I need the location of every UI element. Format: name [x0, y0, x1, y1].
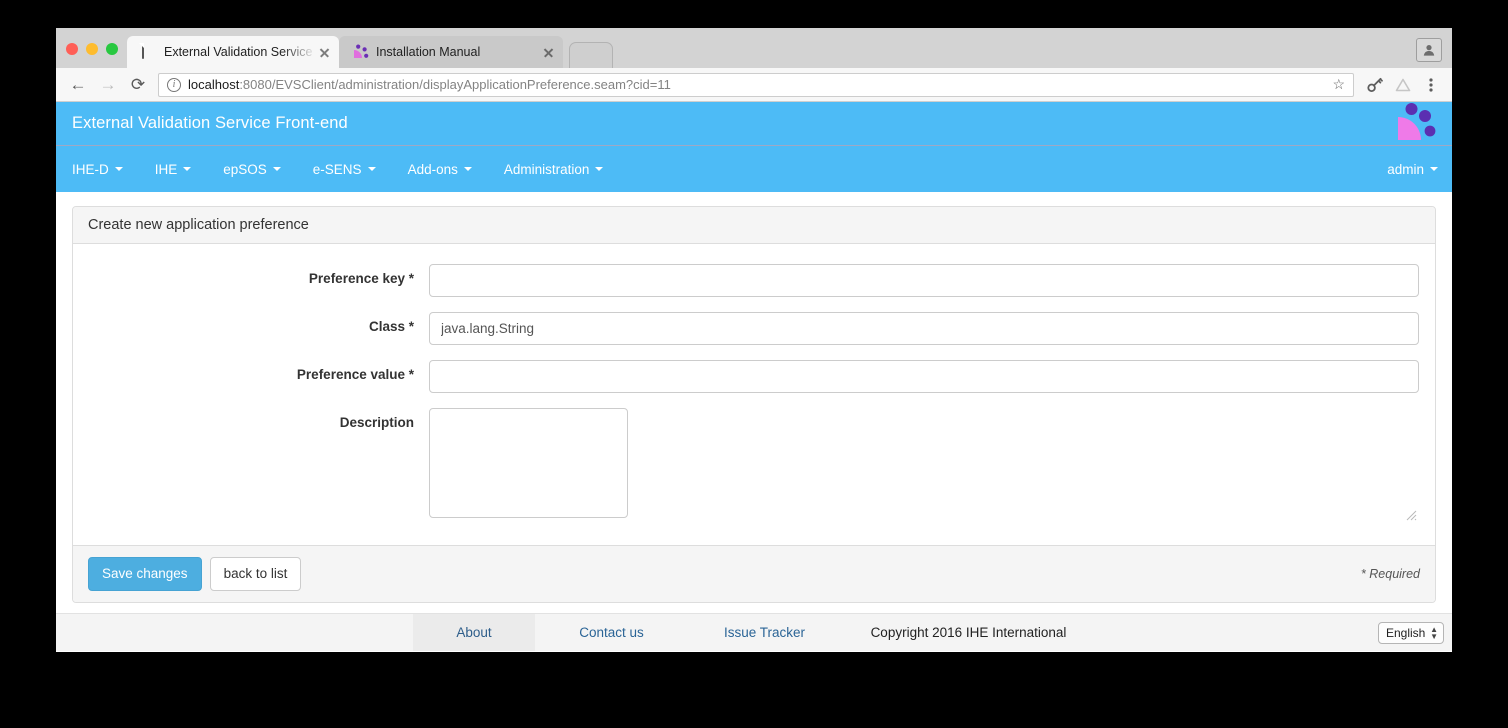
- profile-avatar-svg: [1422, 43, 1436, 57]
- nav-item-administration[interactable]: Administration: [504, 162, 618, 177]
- chevron-down-icon: [595, 167, 603, 171]
- chevron-down-icon: [368, 167, 376, 171]
- nav-label: IHE: [155, 162, 178, 177]
- page-doc-icon: [141, 44, 157, 60]
- chevron-down-icon: [1430, 167, 1438, 171]
- browser-tab-external-validation-service[interactable]: External Validation Service Front-end: [127, 36, 339, 68]
- language-select[interactable]: English ▲▼: [1378, 622, 1444, 644]
- footer-link-contact-us[interactable]: Contact us: [535, 614, 688, 651]
- resize-grip-icon[interactable]: [1406, 510, 1417, 521]
- footer-link-issue-tracker[interactable]: Issue Tracker: [688, 614, 841, 651]
- main-content: Create new application preference Prefer…: [56, 192, 1452, 603]
- stepper-arrows-icon: ▲▼: [1430, 627, 1438, 639]
- nav-item-e-sens[interactable]: e-SENS: [313, 162, 390, 177]
- minimize-window-button[interactable]: [86, 43, 98, 55]
- class-input[interactable]: [429, 312, 1419, 345]
- evs-logo-svg: [1390, 102, 1438, 146]
- nav-item-ihe-d[interactable]: IHE-D: [72, 162, 137, 177]
- evs-logo-icon: [353, 44, 369, 60]
- description-label: Description: [89, 408, 429, 430]
- panel-heading: Create new application preference: [73, 207, 1435, 244]
- description-wrapper: [429, 408, 1419, 523]
- preference-form: Preference key * Class * Preference valu…: [73, 244, 1435, 545]
- nav-item-ihe[interactable]: IHE: [155, 162, 206, 177]
- preference-value-input[interactable]: [429, 360, 1419, 393]
- preference-key-input[interactable]: [429, 264, 1419, 297]
- key-icon[interactable]: [1362, 72, 1388, 98]
- back-arrow-icon[interactable]: ←: [64, 71, 92, 99]
- evs-logo-svg: [353, 44, 369, 60]
- create-preference-panel: Create new application preference Prefer…: [72, 206, 1436, 603]
- form-row-class: Class *: [89, 312, 1419, 345]
- user-menu-admin[interactable]: admin: [1387, 162, 1438, 177]
- nav-label: e-SENS: [313, 162, 362, 177]
- nav-item-add-ons[interactable]: Add-ons: [408, 162, 486, 177]
- preference-value-label: Preference value *: [89, 360, 429, 382]
- footer-link-about[interactable]: About: [413, 614, 535, 651]
- url-host: localhost: [188, 77, 239, 92]
- app-header: External Validation Service Front-end: [56, 102, 1452, 146]
- three-dot-menu-svg: [1429, 77, 1433, 93]
- class-label: Class *: [89, 312, 429, 334]
- browser-window: External Validation Service Front-end In…: [56, 28, 1452, 652]
- nav-label: Administration: [504, 162, 590, 177]
- drive-icon[interactable]: [1390, 72, 1416, 98]
- bookmark-star-icon[interactable]: ☆: [1332, 76, 1345, 93]
- app-footer: About Contact us Issue Tracker Copyright…: [56, 613, 1452, 651]
- browser-tab-installation-manual[interactable]: Installation Manual: [339, 36, 563, 68]
- window-traffic-lights: [56, 43, 127, 68]
- info-circle-icon[interactable]: i: [167, 78, 181, 92]
- close-window-button[interactable]: [66, 43, 78, 55]
- new-tab-button[interactable]: [569, 42, 613, 68]
- chevron-down-icon: [183, 167, 191, 171]
- user-menu-label: admin: [1387, 162, 1424, 177]
- app-navbar: IHE-D IHE epSOS e-SENS Add-ons Administr…: [56, 146, 1452, 192]
- url-path: :8080/EVSClient/administration/displayAp…: [239, 77, 671, 92]
- nav-label: epSOS: [223, 162, 267, 177]
- tab-title: Installation Manual: [376, 45, 540, 59]
- form-row-preference-value: Preference value *: [89, 360, 1419, 393]
- form-row-preference-key: Preference key *: [89, 264, 1419, 297]
- forward-arrow-icon[interactable]: →: [94, 71, 122, 99]
- browser-tabstrip: External Validation Service Front-end In…: [56, 28, 1452, 68]
- page-viewport: External Validation Service Front-end IH…: [56, 102, 1452, 651]
- close-tab-icon[interactable]: [316, 44, 333, 61]
- drive-icon-svg: [1395, 77, 1411, 93]
- language-select-value: English: [1386, 626, 1425, 640]
- nav-label: Add-ons: [408, 162, 458, 177]
- key-icon-svg: [1367, 76, 1384, 93]
- footer-copyright: Copyright 2016 IHE International: [841, 614, 1096, 651]
- chevron-down-icon: [273, 167, 281, 171]
- nav-item-epsos[interactable]: epSOS: [223, 162, 295, 177]
- chevron-down-icon: [115, 167, 123, 171]
- panel-footer: Save changes back to list * Required: [73, 545, 1435, 602]
- chevron-down-icon: [464, 167, 472, 171]
- close-tab-icon[interactable]: [540, 44, 557, 61]
- back-to-list-button[interactable]: back to list: [210, 557, 302, 591]
- required-note: * Required: [1361, 567, 1420, 581]
- form-row-description: Description: [89, 408, 1419, 523]
- description-textarea[interactable]: [429, 408, 628, 518]
- page-title: External Validation Service Front-end: [56, 114, 348, 133]
- browser-toolbar: ← → ⟳ i localhost :8080/EVSClient/admini…: [56, 68, 1452, 102]
- address-bar[interactable]: i localhost :8080/EVSClient/administrati…: [158, 73, 1354, 97]
- preference-key-label: Preference key *: [89, 264, 429, 286]
- save-changes-button[interactable]: Save changes: [88, 557, 202, 591]
- three-dot-menu-icon[interactable]: [1418, 72, 1444, 98]
- maximize-window-button[interactable]: [106, 43, 118, 55]
- reload-icon[interactable]: ⟳: [124, 71, 152, 99]
- nav-label: IHE-D: [72, 162, 109, 177]
- evs-logo-icon[interactable]: [1390, 102, 1438, 146]
- tab-title: External Validation Service Front-end: [164, 45, 316, 59]
- profile-avatar-icon[interactable]: [1416, 38, 1442, 62]
